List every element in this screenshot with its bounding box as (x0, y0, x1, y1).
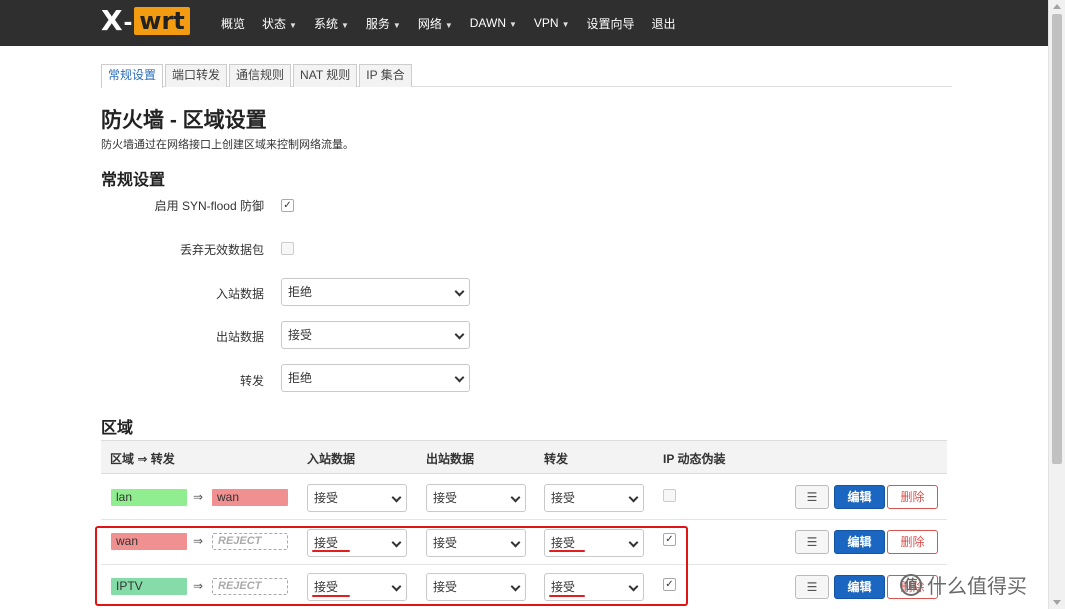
menu-icon: ☰ (806, 535, 818, 549)
brand-logo[interactable]: X - wrt (101, 6, 190, 36)
chevron-down-icon (454, 329, 465, 340)
nav-item-network[interactable]: 网络 ▼ (418, 15, 453, 32)
nav-item-wizard[interactable]: 设置向导 (587, 15, 635, 32)
chevron-down-icon: ▼ (289, 20, 297, 30)
firewall-tabs: 常规设置 端口转发 通信规则 NAT 规则 IP 集合 (101, 64, 952, 88)
nav-item-services[interactable]: 服务 ▼ (366, 15, 401, 32)
output-policy-select[interactable]: 接受 (281, 321, 470, 349)
annotation-highlight-box (95, 526, 688, 606)
tab-ip-sets[interactable]: IP 集合 (359, 64, 412, 87)
drop-invalid-checkbox[interactable] (281, 242, 294, 255)
watermark-text: 什么值得买 (927, 576, 1027, 598)
masquerade-checkbox[interactable] (663, 489, 676, 502)
header-masquerade: IP 动态伪装 (663, 452, 726, 466)
general-section-title: 常规设置 (101, 172, 166, 189)
chevron-down-icon: ▼ (340, 20, 349, 30)
page-title: 防火墙 - 区域设置 (101, 109, 267, 132)
scroll-up-arrow-icon[interactable] (1053, 4, 1061, 9)
nav-item-status[interactable]: 状态 ▼ (262, 15, 297, 32)
menu-button[interactable]: ☰ (795, 575, 829, 599)
zone-badge-lan: lan (111, 489, 187, 506)
brand-logo-dash: - (123, 6, 133, 36)
top-navbar: X - wrt 概览 状态 ▼ 系统 ▼ 服务 ▼ 网络 ▼ DAWN ▼ VPN ▼ 设置… (0, 0, 1048, 46)
tab-general[interactable]: 常规设置 (101, 64, 164, 88)
header-forward: 转发 (544, 452, 569, 466)
watermark: 值 什么值得买 (900, 570, 1027, 599)
output-policy-label: 出站数据 (215, 330, 264, 344)
row-divider (101, 519, 947, 520)
chevron-down-icon (510, 492, 521, 503)
checkmark-icon: ✓ (283, 200, 292, 211)
forward-policy-label: 转发 (239, 374, 264, 388)
chevron-down-icon (628, 492, 639, 503)
scroll-down-arrow-icon[interactable] (1053, 600, 1061, 605)
zone-badge-wan-target: wan (212, 489, 288, 506)
menu-icon: ☰ (806, 490, 818, 504)
tab-nat-rules[interactable]: NAT 规则 (293, 64, 358, 87)
chevron-down-icon (391, 492, 402, 503)
brand-logo-x: X (101, 4, 123, 37)
tab-port-forward[interactable]: 端口转发 (165, 64, 228, 87)
nav-item-overview[interactable]: 概览 (221, 15, 245, 32)
chevron-down-icon: ▼ (561, 20, 570, 29)
edit-button[interactable]: 编辑 (834, 485, 885, 509)
delete-button[interactable]: 删除 (887, 485, 938, 509)
zone-input-select[interactable]: 接受 (307, 484, 407, 512)
drop-invalid-label: 丢弃无效数据包 (179, 243, 264, 257)
header-output: 出站数据 (426, 452, 475, 466)
nav-item-system[interactable]: 系统 ▼ (314, 15, 349, 32)
edit-button[interactable]: 编辑 (834, 530, 885, 554)
zones-table-header: 区域 ⇒ 转发 入站数据 出站数据 转发 IP 动态伪装 (101, 440, 947, 474)
header-input: 入站数据 (307, 452, 356, 466)
chevron-down-icon (454, 286, 465, 297)
page-scrollbar[interactable] (1048, 0, 1065, 609)
chevron-down-icon (454, 372, 465, 383)
forward-arrow-icon: ⇒ (193, 490, 204, 504)
chevron-down-icon: ▼ (508, 20, 517, 29)
zone-forward-select[interactable]: 接受 (544, 484, 644, 512)
menu-button[interactable]: ☰ (795, 530, 829, 554)
tab-traffic-rules[interactable]: 通信规则 (229, 64, 292, 87)
edit-button[interactable]: 编辑 (834, 575, 885, 599)
scrollbar-thumb[interactable] (1052, 14, 1062, 464)
menu-icon: ☰ (806, 580, 818, 594)
zones-section-title: 区域 (101, 420, 134, 437)
syn-flood-label: 启用 SYN-flood 防御 (154, 199, 264, 213)
input-policy-label: 入站数据 (215, 287, 264, 301)
input-policy-select[interactable]: 拒绝 (281, 278, 470, 306)
forward-policy-select[interactable]: 拒绝 (281, 364, 470, 392)
watermark-logo-icon: 值 (900, 573, 922, 596)
main-nav: 概览 状态 ▼ 系统 ▼ 服务 ▼ 网络 ▼ DAWN ▼ VPN ▼ 设置向导 退出 (221, 0, 693, 46)
delete-button[interactable]: 删除 (887, 530, 938, 554)
chevron-down-icon: ▼ (392, 20, 401, 30)
nav-item-logout[interactable]: 退出 (652, 15, 676, 32)
nav-item-dawn[interactable]: DAWN ▼ (470, 16, 517, 30)
header-zone-forward: 区域 ⇒ 转发 (110, 452, 175, 466)
nav-item-vpn[interactable]: VPN ▼ (534, 16, 570, 30)
menu-button[interactable]: ☰ (795, 485, 829, 509)
chevron-down-icon: ▼ (444, 20, 453, 30)
syn-flood-checkbox[interactable]: ✓ (281, 199, 294, 212)
zone-output-select[interactable]: 接受 (426, 484, 526, 512)
brand-logo-wrt: wrt (134, 7, 190, 35)
page-description: 防火墙通过在网络接口上创建区域来控制网络流量。 (101, 139, 354, 151)
